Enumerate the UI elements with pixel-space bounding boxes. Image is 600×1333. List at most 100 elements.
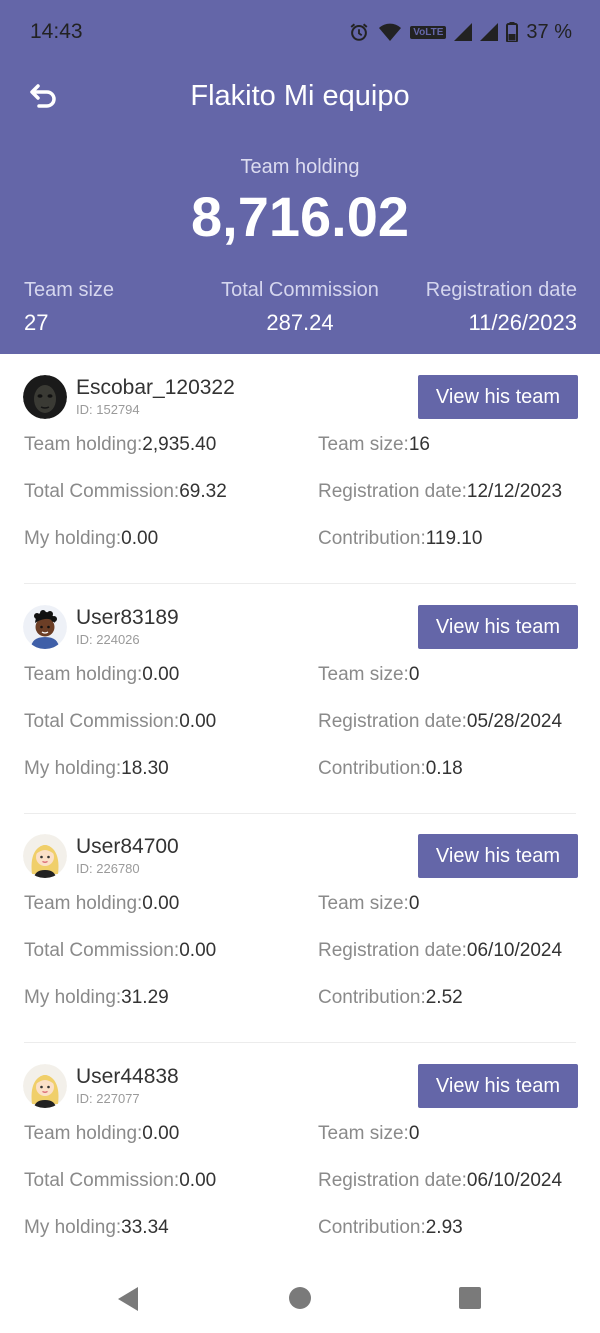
field-value: 31.29 <box>121 987 169 1008</box>
team-holding-field: Team holding:0.00 <box>24 664 179 686</box>
field-label: My holding: <box>24 528 122 549</box>
id-prefix: ID: <box>76 632 93 647</box>
page-title: Flakito Mi equipo <box>190 80 410 112</box>
field-label: Total Commission: <box>24 940 180 961</box>
field-value: 0.00 <box>179 1170 217 1191</box>
field-label: Team holding: <box>24 893 143 914</box>
avatar <box>23 375 67 419</box>
id-value: 226780 <box>96 861 140 876</box>
member-card: User83189 ID: 224026 View his team Team … <box>0 584 600 814</box>
my-holding-field: My holding:33.34 <box>24 1217 169 1239</box>
view-his-team-button[interactable]: View his team <box>418 375 578 419</box>
registration-date-field: Registration date:05/28/2024 <box>318 711 562 733</box>
field-value: 05/28/2024 <box>466 711 563 732</box>
view-his-team-button[interactable]: View his team <box>418 1064 578 1108</box>
avatar <box>23 1064 67 1108</box>
registration-date-field: Registration date:06/10/2024 <box>318 1170 562 1192</box>
volte-icon: VoLTE <box>410 25 447 39</box>
member-id: ID: 226780 <box>76 861 140 876</box>
field-label: Contribution: <box>318 758 426 779</box>
field-value: 33.34 <box>121 1217 169 1238</box>
field-label: Registration date: <box>318 1170 467 1191</box>
stat-label: Total Commission <box>221 279 379 301</box>
field-value: 0.00 <box>142 664 180 685</box>
field-value: 2.52 <box>425 987 463 1008</box>
registration-date-field: Registration date:06/10/2024 <box>318 940 562 962</box>
field-label: Contribution: <box>318 1217 426 1238</box>
view-his-team-button[interactable]: View his team <box>418 605 578 649</box>
field-label: Total Commission: <box>24 711 180 732</box>
stat-team-size: Team size 27 <box>24 279 114 336</box>
field-value: 12/12/2023 <box>466 481 563 502</box>
team-holding-field: Team holding:0.00 <box>24 893 179 915</box>
field-label: My holding: <box>24 758 122 779</box>
stat-value: 27 <box>24 310 49 335</box>
team-size-field: Team size:0 <box>318 893 419 915</box>
total-commission-field: Total Commission:69.32 <box>24 481 227 503</box>
status-time: 14:43 <box>30 20 83 43</box>
member-name: User83189 <box>76 606 179 629</box>
alarm-icon <box>348 21 370 43</box>
member-name: Escobar_120322 <box>76 376 235 399</box>
member-name: User84700 <box>76 835 179 858</box>
field-label: My holding: <box>24 987 122 1008</box>
field-label: Team size: <box>318 1123 409 1144</box>
total-commission-field: Total Commission:0.00 <box>24 940 216 962</box>
field-value: 16 <box>408 434 430 455</box>
stat-label: Team size <box>24 279 115 301</box>
member-card: User84700 ID: 226780 View his team Team … <box>0 813 600 1043</box>
battery-percent: 37 % <box>526 20 572 43</box>
contribution-field: Contribution:2.52 <box>318 987 463 1009</box>
avatar <box>23 605 67 649</box>
field-value: 06/10/2024 <box>466 940 563 961</box>
field-value: 69.32 <box>179 481 227 502</box>
team-header: 14:43 VoLTE 37 % Flakito Mi equipo Team … <box>0 0 600 354</box>
team-holding-value: 8,716.02 <box>191 185 409 248</box>
stat-label: Registration date <box>425 279 577 301</box>
my-holding-field: My holding:0.00 <box>24 528 158 550</box>
field-value: 18.30 <box>121 758 169 779</box>
field-value: 0.00 <box>179 940 217 961</box>
id-prefix: ID: <box>76 402 93 417</box>
id-prefix: ID: <box>76 1091 93 1106</box>
field-value: 0 <box>408 664 420 685</box>
team-holding-label: Team holding <box>240 156 360 178</box>
field-label: Total Commission: <box>24 481 180 502</box>
field-value: 0.00 <box>179 711 217 732</box>
member-id: ID: 227077 <box>76 1091 140 1106</box>
status-icons: VoLTE 37 % <box>348 18 572 46</box>
member-id: ID: 224026 <box>76 632 140 647</box>
team-size-field: Team size:0 <box>318 1123 419 1145</box>
triangle-back-icon <box>118 1287 138 1311</box>
view-his-team-button[interactable]: View his team <box>418 834 578 878</box>
nav-back-button[interactable] <box>116 1286 140 1317</box>
total-commission-field: Total Commission:0.00 <box>24 1170 216 1192</box>
field-value: 0.00 <box>142 893 180 914</box>
id-value: 227077 <box>96 1091 140 1106</box>
field-label: Team holding: <box>24 664 143 685</box>
team-size-field: Team size:16 <box>318 434 430 456</box>
field-value: 0 <box>408 893 420 914</box>
field-label: Registration date: <box>318 940 467 961</box>
member-id: ID: 152794 <box>76 402 140 417</box>
field-label: My holding: <box>24 1217 122 1238</box>
wifi-icon <box>378 22 402 42</box>
nav-recents-button[interactable] <box>458 1286 482 1315</box>
field-label: Team holding: <box>24 1123 143 1144</box>
battery-icon <box>506 22 519 42</box>
field-value: 2.93 <box>425 1217 463 1238</box>
field-label: Team size: <box>318 893 409 914</box>
avatar <box>23 834 67 878</box>
id-value: 152794 <box>96 402 140 417</box>
contribution-field: Contribution:0.18 <box>318 758 463 780</box>
total-commission-field: Total Commission:0.00 <box>24 711 216 733</box>
contribution-field: Contribution:2.93 <box>318 1217 463 1239</box>
id-value: 224026 <box>96 632 140 647</box>
team-holding-field: Team holding:0.00 <box>24 1123 179 1145</box>
stat-total-commission: Total Commission 287.24 <box>200 279 400 336</box>
signal-icon <box>454 23 473 41</box>
field-value: 0.00 <box>142 1123 180 1144</box>
nav-home-button[interactable] <box>288 1286 312 1315</box>
signal-icon <box>480 23 499 41</box>
stat-value: 287.24 <box>266 310 334 335</box>
